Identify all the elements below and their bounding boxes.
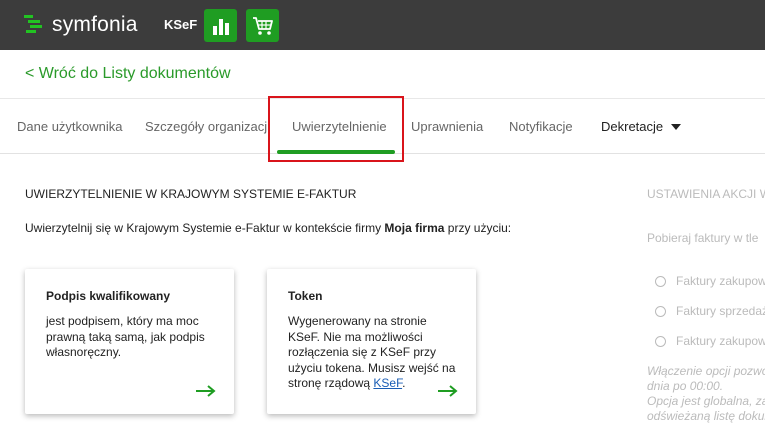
radio-button[interactable] — [655, 335, 666, 347]
note-line: Włączenie opcji pozwo — [647, 364, 765, 378]
radio-button[interactable] — [655, 305, 666, 317]
card-description-text: Wygenerowany na stronie KSeF. Nie ma moż… — [288, 314, 456, 390]
back-to-documents-link[interactable]: < Wróć do Listy dokumentów — [25, 65, 231, 83]
option-label: Faktury sprzedaż — [676, 304, 765, 318]
brand-name: symfonia — [52, 13, 138, 36]
card-title: Podpis kwalifikowany — [46, 289, 171, 303]
arrow-right-icon[interactable] — [438, 385, 458, 397]
note-line: Opcja jest globalna, za — [647, 394, 765, 408]
bar-chart-icon — [212, 18, 229, 35]
company-name: Moja firma — [384, 221, 445, 235]
token-card[interactable]: Token Wygenerowany na stronie KSeF. Nie … — [267, 269, 476, 414]
chevron-down-icon[interactable] — [671, 124, 681, 130]
symfonia-logo-icon — [24, 15, 42, 33]
action-settings-title: USTAWIENIA AKCJI W — [647, 187, 765, 201]
module-label: KSeF — [164, 17, 198, 32]
card-description: jest podpisem, który ma moc prawną taką … — [46, 314, 205, 359]
arrow-right-icon[interactable] — [196, 385, 216, 397]
cart-icon — [252, 16, 273, 35]
cart-button[interactable] — [246, 9, 279, 42]
tab-decrees[interactable]: Dekretacje — [601, 119, 663, 134]
highlight-box — [268, 96, 404, 162]
background-download-label: Pobieraj faktury w tle — [647, 231, 759, 245]
tab-notifications[interactable]: Notyfikacje — [509, 119, 573, 134]
analytics-button[interactable] — [204, 9, 237, 42]
top-bar: symfonia KSeF — [0, 0, 765, 50]
card-description: Wygenerowany na stronie KSeF. Nie ma moż… — [288, 314, 456, 392]
intro-text-end: przy użyciu: — [444, 221, 512, 235]
tab-organization-details[interactable]: Szczegóły organizacji — [145, 119, 270, 134]
option-purchase-invoices[interactable]: Faktury zakupow — [655, 274, 765, 288]
option-label: Faktury zakupow — [676, 334, 765, 348]
section-title: UWIERZYTELNIENIE W KRAJOWYM SYSTEMIE E-F… — [25, 187, 357, 201]
tab-permissions[interactable]: Uprawnienia — [411, 119, 483, 134]
symfonia-logo[interactable]: symfonia — [24, 11, 138, 39]
option-purchase-invoices-2[interactable]: Faktury zakupow — [655, 334, 765, 348]
qualified-signature-card[interactable]: Podpis kwalifikowany jest podpisem, któr… — [25, 269, 234, 414]
note-line: odświeżaną listę dokun — [647, 409, 765, 423]
radio-button[interactable] — [655, 275, 666, 287]
note-line: dnia po 00:00. — [647, 379, 724, 393]
ksef-link[interactable]: KSeF — [373, 376, 402, 390]
intro-text-start: Uwierzytelnij się w Krajowym Systemie e-… — [25, 221, 385, 235]
settings-note: Włączenie opcji pozwo dnia po 00:00. Opc… — [647, 364, 765, 424]
option-label: Faktury zakupow — [676, 274, 765, 288]
intro-text: Uwierzytelnij się w Krajowym Systemie e-… — [25, 221, 511, 235]
card-description-end: . — [402, 376, 406, 390]
tab-user-data[interactable]: Dane użytkownika — [17, 119, 123, 134]
card-title: Token — [288, 289, 323, 303]
option-sales-invoices[interactable]: Faktury sprzedaż — [655, 304, 765, 318]
